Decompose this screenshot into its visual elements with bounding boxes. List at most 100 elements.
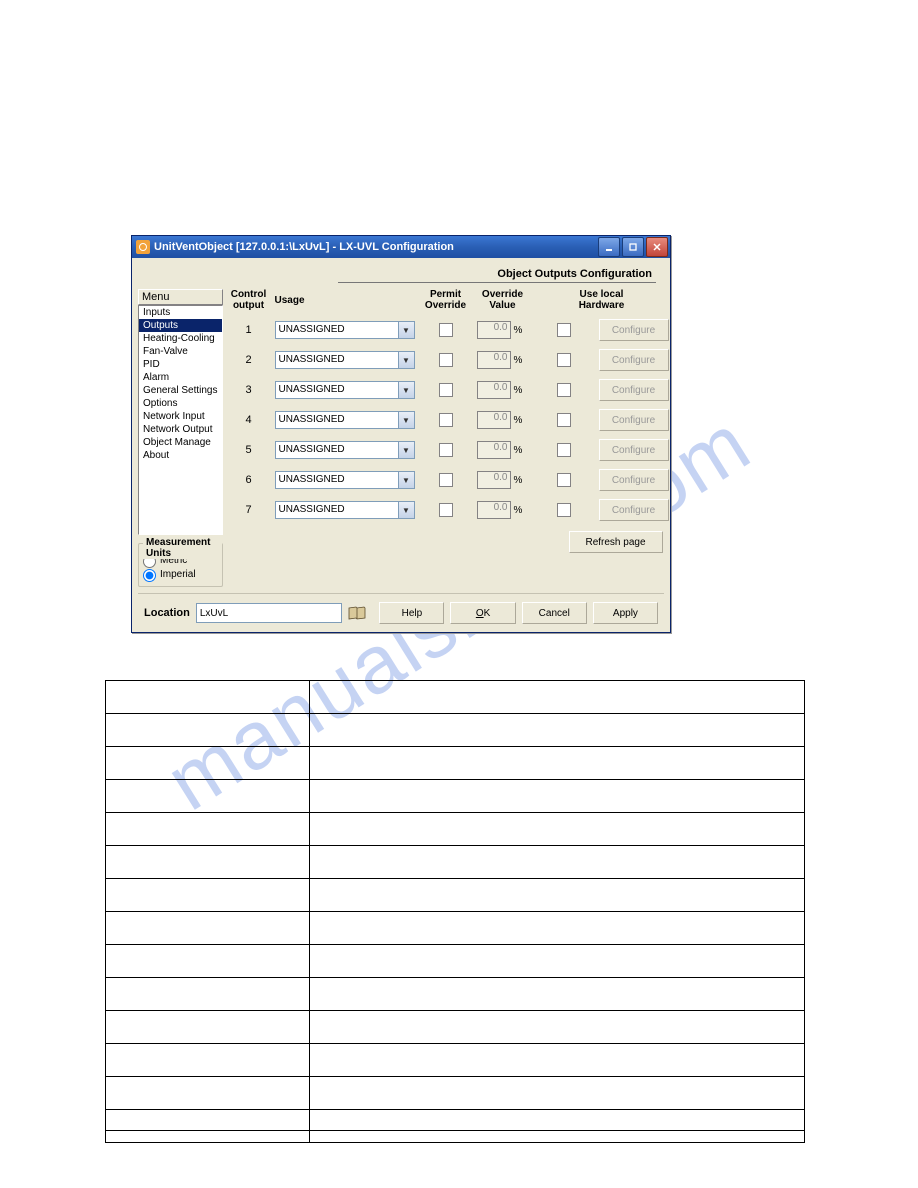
table-row bbox=[106, 1077, 805, 1110]
menu-item-network-output[interactable]: Network Output bbox=[139, 423, 222, 436]
usage-value: UNASSIGNED bbox=[275, 501, 398, 519]
override-value-input-4[interactable]: 0.0 bbox=[477, 411, 511, 429]
configure-button-3[interactable]: Configure bbox=[599, 379, 669, 401]
override-value-cell-4: 0.0 % bbox=[477, 411, 529, 429]
menu-item-about[interactable]: About bbox=[139, 449, 222, 462]
configure-button-5[interactable]: Configure bbox=[599, 439, 669, 461]
use-local-hardware-checkbox-1[interactable] bbox=[557, 323, 571, 337]
use-local-hardware-checkbox-7[interactable] bbox=[557, 503, 571, 517]
measurement-units-group: Measurement Units Metric Imperial bbox=[138, 543, 223, 587]
use-local-hardware-checkbox-4[interactable] bbox=[557, 413, 571, 427]
percent-label: % bbox=[514, 445, 523, 456]
menu-item-alarm[interactable]: Alarm bbox=[139, 371, 222, 384]
table-row bbox=[106, 912, 805, 945]
apply-button[interactable]: Apply bbox=[593, 602, 658, 624]
help-button[interactable]: Help bbox=[379, 602, 444, 624]
use-local-hardware-checkbox-2[interactable] bbox=[557, 353, 571, 367]
percent-label: % bbox=[514, 505, 523, 516]
usage-value: UNASSIGNED bbox=[275, 351, 398, 369]
usage-value: UNASSIGNED bbox=[275, 441, 398, 459]
row-number: 6 bbox=[229, 474, 269, 486]
radio-imperial-input[interactable] bbox=[143, 569, 156, 582]
header-permit-override: PermitOverride bbox=[421, 289, 471, 311]
use-local-hardware-checkbox-3[interactable] bbox=[557, 383, 571, 397]
table-row bbox=[106, 846, 805, 879]
chevron-down-icon[interactable]: ▼ bbox=[398, 471, 415, 489]
close-button[interactable] bbox=[646, 237, 668, 257]
chevron-down-icon[interactable]: ▼ bbox=[398, 381, 415, 399]
menu-item-network-input[interactable]: Network Input bbox=[139, 410, 222, 423]
override-value-cell-6: 0.0 % bbox=[477, 471, 529, 489]
override-value-input-7[interactable]: 0.0 bbox=[477, 501, 511, 519]
configure-button-4[interactable]: Configure bbox=[599, 409, 669, 431]
table-row bbox=[106, 714, 805, 747]
use-local-hardware-checkbox-6[interactable] bbox=[557, 473, 571, 487]
configure-button-1[interactable]: Configure bbox=[599, 319, 669, 341]
window-titlebar[interactable]: UnitVentObject [127.0.0.1:\LxUvL] - LX-U… bbox=[132, 236, 670, 258]
window-title: UnitVentObject [127.0.0.1:\LxUvL] - LX-U… bbox=[154, 241, 598, 253]
override-value-input-5[interactable]: 0.0 bbox=[477, 441, 511, 459]
maximize-button[interactable] bbox=[622, 237, 644, 257]
ok-button[interactable]: OK bbox=[450, 602, 515, 624]
table-row bbox=[106, 879, 805, 912]
permit-override-checkbox-1[interactable] bbox=[439, 323, 453, 337]
permit-override-checkbox-6[interactable] bbox=[439, 473, 453, 487]
main-panel: Controloutput Usage PermitOverride Overr… bbox=[229, 289, 673, 587]
menu-item-outputs[interactable]: Outputs bbox=[139, 319, 222, 332]
table-row bbox=[106, 978, 805, 1011]
book-icon[interactable] bbox=[348, 604, 368, 622]
menu-item-general-settings[interactable]: General Settings bbox=[139, 384, 222, 397]
usage-combo-6[interactable]: UNASSIGNED ▼ bbox=[275, 471, 415, 489]
cancel-button[interactable]: Cancel bbox=[522, 602, 587, 624]
header-control-output: Controloutput bbox=[229, 289, 269, 311]
permit-override-checkbox-2[interactable] bbox=[439, 353, 453, 367]
chevron-down-icon[interactable]: ▼ bbox=[398, 411, 415, 429]
menu-item-heating-cooling[interactable]: Heating-Cooling bbox=[139, 332, 222, 345]
configure-button-7[interactable]: Configure bbox=[599, 499, 669, 521]
percent-label: % bbox=[514, 355, 523, 366]
permit-override-checkbox-4[interactable] bbox=[439, 413, 453, 427]
override-value-input-3[interactable]: 0.0 bbox=[477, 381, 511, 399]
percent-label: % bbox=[514, 385, 523, 396]
use-local-hardware-checkbox-5[interactable] bbox=[557, 443, 571, 457]
chevron-down-icon[interactable]: ▼ bbox=[398, 441, 415, 459]
usage-combo-7[interactable]: UNASSIGNED ▼ bbox=[275, 501, 415, 519]
configure-button-2[interactable]: Configure bbox=[599, 349, 669, 371]
location-input[interactable] bbox=[196, 603, 342, 623]
permit-override-checkbox-3[interactable] bbox=[439, 383, 453, 397]
menu-item-object-manage[interactable]: Object Manage bbox=[139, 436, 222, 449]
row-number: 5 bbox=[229, 444, 269, 456]
config-window: UnitVentObject [127.0.0.1:\LxUvL] - LX-U… bbox=[131, 235, 671, 633]
section-title: Object Outputs Configuration bbox=[138, 264, 664, 282]
override-value-cell-1: 0.0 % bbox=[477, 321, 529, 339]
usage-combo-4[interactable]: UNASSIGNED ▼ bbox=[275, 411, 415, 429]
radio-imperial[interactable]: Imperial bbox=[143, 568, 218, 582]
usage-combo-1[interactable]: UNASSIGNED ▼ bbox=[275, 321, 415, 339]
usage-combo-2[interactable]: UNASSIGNED ▼ bbox=[275, 351, 415, 369]
override-value-input-6[interactable]: 0.0 bbox=[477, 471, 511, 489]
override-value-input-2[interactable]: 0.0 bbox=[477, 351, 511, 369]
chevron-down-icon[interactable]: ▼ bbox=[398, 351, 415, 369]
chevron-down-icon[interactable]: ▼ bbox=[398, 501, 415, 519]
override-value-input-1[interactable]: 0.0 bbox=[477, 321, 511, 339]
chevron-down-icon[interactable]: ▼ bbox=[398, 321, 415, 339]
header-usage: Usage bbox=[275, 295, 415, 306]
table-row bbox=[106, 747, 805, 780]
override-value-cell-5: 0.0 % bbox=[477, 441, 529, 459]
override-value-cell-2: 0.0 % bbox=[477, 351, 529, 369]
menu-item-fan-valve[interactable]: Fan-Valve bbox=[139, 345, 222, 358]
menu-item-inputs[interactable]: Inputs bbox=[139, 306, 222, 319]
table-row bbox=[106, 813, 805, 846]
minimize-button[interactable] bbox=[598, 237, 620, 257]
table-row bbox=[106, 780, 805, 813]
configure-button-6[interactable]: Configure bbox=[599, 469, 669, 491]
usage-combo-5[interactable]: UNASSIGNED ▼ bbox=[275, 441, 415, 459]
refresh-page-button[interactable]: Refresh page bbox=[569, 531, 663, 553]
menu-item-pid[interactable]: PID bbox=[139, 358, 222, 371]
permit-override-checkbox-7[interactable] bbox=[439, 503, 453, 517]
table-row bbox=[106, 1011, 805, 1044]
permit-override-checkbox-5[interactable] bbox=[439, 443, 453, 457]
usage-combo-3[interactable]: UNASSIGNED ▼ bbox=[275, 381, 415, 399]
table-row bbox=[106, 1110, 805, 1143]
menu-item-options[interactable]: Options bbox=[139, 397, 222, 410]
